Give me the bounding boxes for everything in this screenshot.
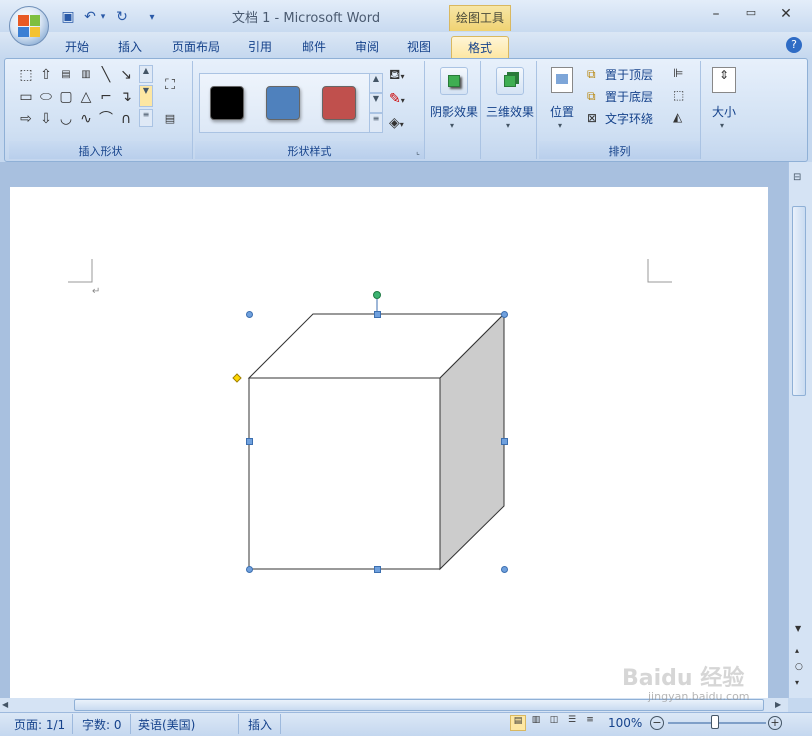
scroll-down-arrow[interactable]: ▼: [795, 624, 801, 633]
vertical-scroll-thumb[interactable]: [792, 206, 806, 396]
scroll-right-arrow[interactable]: ▶: [775, 700, 781, 709]
web-layout-icon[interactable]: ◫: [546, 715, 562, 731]
resize-handle-left[interactable]: [246, 438, 253, 445]
outline-view-icon[interactable]: ☰: [564, 715, 580, 731]
cube-canvas: [232, 291, 506, 571]
resize-handle-bottom[interactable]: [374, 566, 381, 573]
resize-handle-right[interactable]: [501, 438, 508, 445]
office-button[interactable]: [9, 6, 49, 46]
full-screen-reading-icon[interactable]: ▥: [528, 715, 544, 731]
status-separator: [280, 714, 281, 734]
baidu-watermark: Baidu 经验: [622, 666, 745, 691]
status-separator: [238, 714, 239, 734]
scroll-left-arrow[interactable]: ◀: [2, 700, 8, 709]
rotate-handle[interactable]: [373, 291, 381, 299]
resize-handle-bottom-right[interactable]: [501, 566, 508, 573]
baidu-watermark-url: jingyan.baidu.com: [648, 690, 750, 703]
status-separator: [130, 714, 131, 734]
cube-shape[interactable]: [247, 312, 506, 571]
zoom-in-icon[interactable]: +: [768, 716, 782, 730]
language-indicator[interactable]: 英语(美国): [138, 716, 195, 733]
view-buttons: ▤ ▥ ◫ ☰ ≡: [510, 715, 598, 733]
status-separator: [72, 714, 73, 734]
print-layout-view-icon[interactable]: ▤: [510, 715, 526, 731]
draft-view-icon[interactable]: ≡: [582, 715, 598, 731]
ruler-toggle-icon[interactable]: ⊟: [793, 172, 801, 183]
resize-handle-bottom-left[interactable]: [246, 566, 253, 573]
resize-handle-top-right[interactable]: [501, 311, 508, 318]
word-count[interactable]: 字数: 0: [82, 716, 122, 733]
zoom-level[interactable]: 100%: [608, 716, 642, 730]
insert-mode-indicator[interactable]: 插入: [248, 716, 272, 733]
next-page-icon[interactable]: ▾: [795, 678, 799, 687]
office-logo-icon: [18, 15, 40, 37]
resize-handle-top-left[interactable]: [246, 311, 253, 318]
previous-page-icon[interactable]: ▴: [795, 646, 799, 655]
zoom-slider-thumb[interactable]: [711, 715, 719, 729]
cube-front-face: [248, 377, 441, 570]
browse-object-icon[interactable]: ○: [795, 662, 803, 672]
adjust-handle[interactable]: [232, 373, 242, 383]
zoom-out-icon[interactable]: −: [650, 716, 664, 730]
resize-handle-top[interactable]: [374, 311, 381, 318]
page-count[interactable]: 页面: 1/1: [14, 716, 65, 733]
vertical-scrollbar[interactable]: ⊟ ▼ ▴ ○ ▾: [788, 162, 812, 698]
